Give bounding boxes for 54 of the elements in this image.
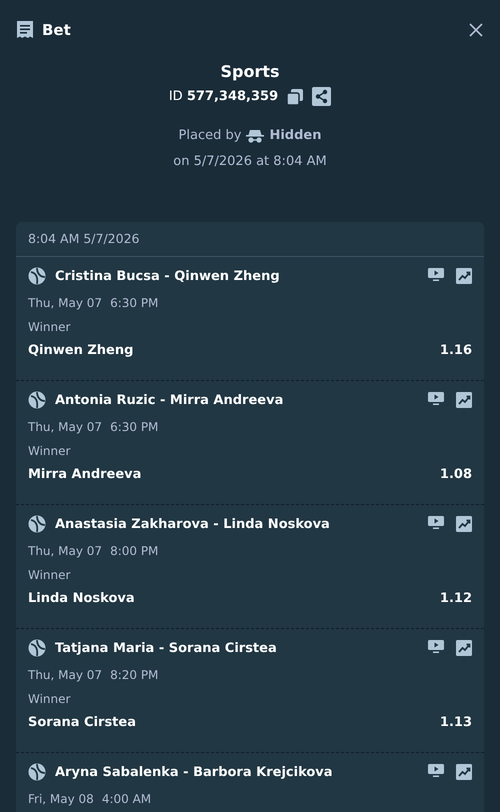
event-date: Thu, May 07 — [28, 668, 102, 683]
dialog-title: Bet — [42, 21, 72, 39]
tennis-ball-icon — [28, 267, 46, 285]
event-time: 4:00 AM — [102, 792, 152, 807]
event-name[interactable]: Aryna Sabalenka - Barbora Krejcikova — [55, 764, 419, 780]
market-name: Winner — [28, 568, 72, 582]
statistics-button[interactable] — [456, 268, 472, 284]
placed-by-label: Placed by — [178, 128, 242, 143]
market-name: Winner — [28, 692, 72, 706]
receipt-icon — [16, 20, 34, 40]
tennis-ball-icon — [28, 391, 46, 409]
sport-title: Sports — [220, 62, 280, 82]
selection-name: Linda Noskova — [28, 591, 135, 606]
event-name[interactable]: Cristina Bucsa - Qinwen Zheng — [55, 268, 419, 284]
event-time: 8:20 PM — [110, 668, 158, 683]
event-date: Thu, May 07 — [28, 544, 102, 559]
statistics-button[interactable] — [456, 392, 472, 408]
odds-value: 1.08 — [440, 467, 472, 482]
share-button[interactable] — [312, 87, 332, 106]
event-name[interactable]: Tatjana Maria - Sorana Cirstea — [55, 640, 419, 656]
market-name: Winner — [28, 320, 72, 334]
odds-value: 1.12 — [440, 591, 472, 606]
live-stream-button[interactable] — [428, 764, 444, 780]
tennis-ball-icon — [28, 639, 46, 657]
statistics-button[interactable] — [456, 764, 472, 780]
live-stream-button[interactable] — [428, 392, 444, 408]
market-name: Winner — [28, 444, 72, 458]
live-stream-button[interactable] — [428, 516, 444, 532]
event-date: Thu, May 07 — [28, 420, 102, 435]
copy-button[interactable] — [286, 88, 304, 106]
live-stream-button[interactable] — [428, 268, 444, 284]
tennis-ball-icon — [28, 763, 46, 781]
event-time: 6:30 PM — [110, 296, 158, 311]
event-time: 8:00 PM — [110, 544, 158, 559]
event-date: Thu, May 07 — [28, 296, 102, 311]
statistics-button[interactable] — [456, 640, 472, 656]
bet-id: ID 577,348,359 — [168, 89, 278, 104]
selection-name: Mirra Andreeva — [28, 467, 142, 482]
odds-value: 1.16 — [440, 343, 472, 358]
event-date: Fri, May 08 — [28, 792, 94, 807]
slip-timestamp: 8:04 AM 5/7/2026 — [16, 222, 484, 257]
live-stream-button[interactable] — [428, 640, 444, 656]
selection-name: Qinwen Zheng — [28, 343, 134, 358]
placed-date: on 5/7/2026 at 8:04 AM — [173, 154, 327, 169]
tennis-ball-icon — [28, 515, 46, 533]
odds-value: 1.13 — [440, 715, 472, 730]
event-name[interactable]: Anastasia Zakharova - Linda Noskova — [55, 516, 419, 532]
event-time: 6:30 PM — [110, 420, 158, 435]
selection-name: Sorana Cirstea — [28, 715, 136, 730]
user-name: Hidden — [269, 128, 322, 143]
incognito-icon — [246, 128, 264, 142]
close-button[interactable] — [468, 22, 484, 38]
statistics-button[interactable] — [456, 516, 472, 532]
event-name[interactable]: Antonia Ruzic - Mirra Andreeva — [55, 392, 419, 408]
